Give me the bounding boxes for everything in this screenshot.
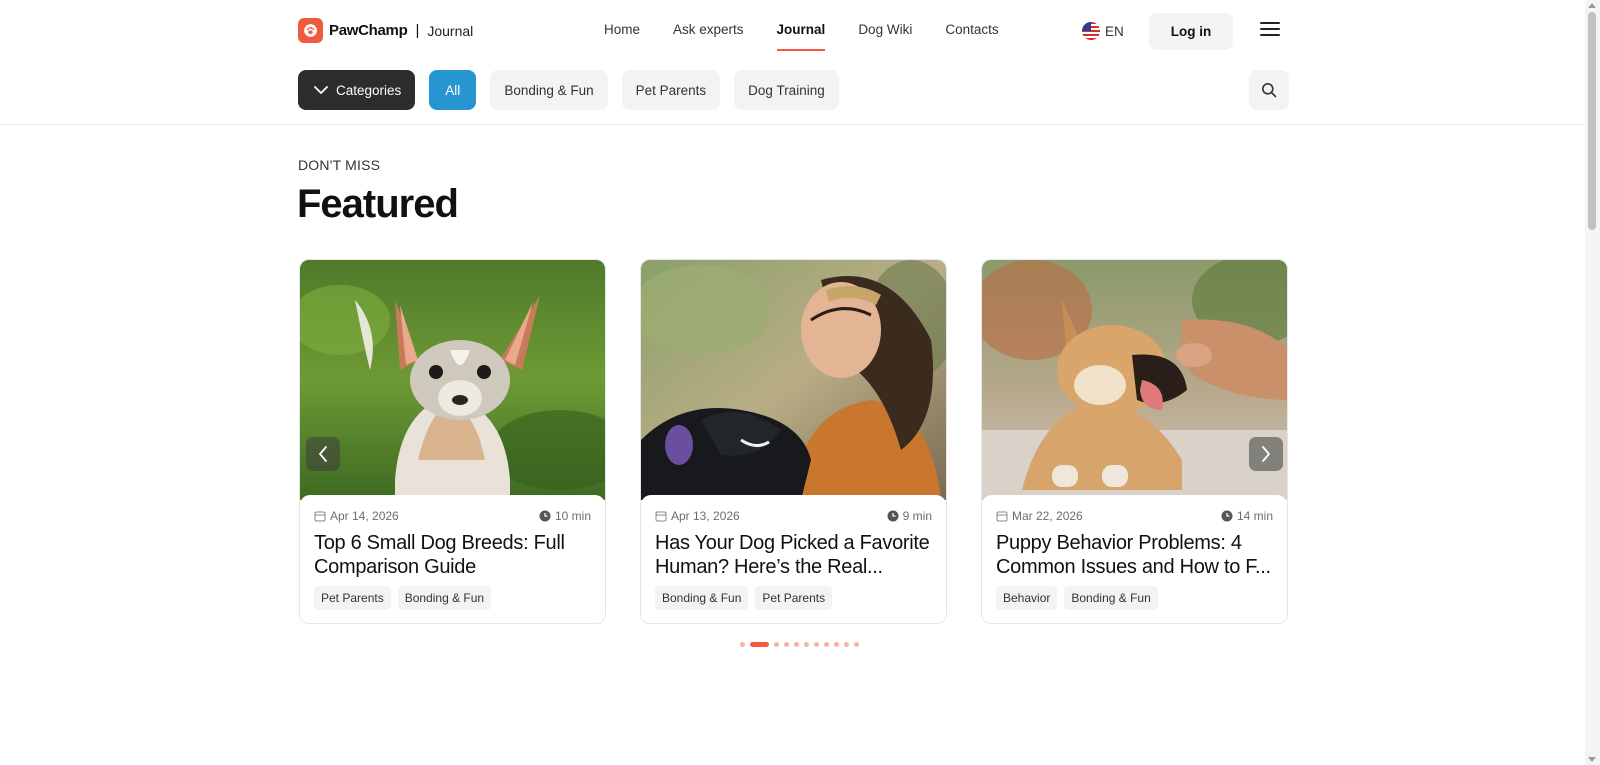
scroll-up-icon[interactable] xyxy=(1588,3,1596,8)
categories-toggle-button[interactable]: Categories xyxy=(298,70,416,110)
featured-carousel: Apr 14, 2026 10 min Top 6 Small Dog Bree… xyxy=(299,259,1288,624)
article-card-body: Mar 22, 2026 14 min Puppy Behavior Probl… xyxy=(982,495,1287,623)
category-chip-dog-training[interactable]: Dog Training xyxy=(734,70,839,110)
article-tags: Behavior Bonding & Fun xyxy=(996,586,1273,610)
carousel-dot[interactable] xyxy=(814,642,819,647)
carousel-dot[interactable] xyxy=(854,642,859,647)
chevron-left-icon xyxy=(319,446,327,462)
calendar-icon xyxy=(314,511,326,522)
article-read-time: 14 min xyxy=(1236,509,1273,523)
language-label: EN xyxy=(1105,23,1124,39)
header-divider xyxy=(0,124,1585,125)
site-header: PawChamp | Journal Home Ask experts Jour… xyxy=(0,0,1585,62)
article-tag[interactable]: Pet Parents xyxy=(755,586,833,610)
article-image-chihuahua xyxy=(300,260,605,500)
category-chip-all[interactable]: All xyxy=(429,70,477,110)
logo-brand: PawChamp xyxy=(329,22,408,39)
article-read-time: 10 min xyxy=(554,509,591,523)
article-meta: Apr 14, 2026 10 min xyxy=(314,509,591,523)
chevron-down-icon xyxy=(314,85,328,94)
article-tags: Bonding & Fun Pet Parents xyxy=(655,586,932,610)
language-selector[interactable]: EN xyxy=(1082,22,1124,40)
article-date: Mar 22, 2026 xyxy=(1012,509,1083,523)
article-title[interactable]: Has Your Dog Picked a Favorite Human? He… xyxy=(655,531,932,579)
section-eyebrow: DON'T MISS xyxy=(298,157,381,173)
nav-journal[interactable]: Journal xyxy=(776,22,825,51)
hamburger-menu-icon[interactable] xyxy=(1260,22,1280,40)
logo[interactable]: PawChamp | Journal xyxy=(298,18,473,43)
clock-icon xyxy=(887,510,899,522)
carousel-pagination xyxy=(740,642,859,647)
article-tag[interactable]: Behavior xyxy=(996,586,1058,610)
section-title: Featured xyxy=(297,182,459,226)
search-button[interactable] xyxy=(1249,70,1289,110)
carousel-dot[interactable] xyxy=(784,642,789,647)
carousel-dot[interactable] xyxy=(750,642,769,647)
search-icon xyxy=(1262,83,1277,98)
article-card[interactable]: Mar 22, 2026 14 min Puppy Behavior Probl… xyxy=(981,259,1288,624)
article-tag[interactable]: Bonding & Fun xyxy=(1064,586,1158,610)
calendar-icon xyxy=(655,511,667,522)
clock-icon xyxy=(1221,510,1233,522)
nav-dog-wiki[interactable]: Dog Wiki xyxy=(858,22,912,51)
nav-ask-experts[interactable]: Ask experts xyxy=(673,22,744,51)
article-card-body: Apr 13, 2026 9 min Has Your Dog Picked a… xyxy=(641,495,946,623)
categories-toggle-label: Categories xyxy=(336,82,402,98)
article-date: Apr 13, 2026 xyxy=(671,509,740,523)
carousel-dot[interactable] xyxy=(774,642,779,647)
nav-contacts[interactable]: Contacts xyxy=(945,22,998,51)
carousel-next-button[interactable] xyxy=(1249,437,1283,471)
article-tags: Pet Parents Bonding & Fun xyxy=(314,586,591,610)
category-chip-pet-parents[interactable]: Pet Parents xyxy=(621,70,721,110)
article-title[interactable]: Top 6 Small Dog Breeds: Full Comparison … xyxy=(314,531,591,579)
article-card[interactable]: Apr 14, 2026 10 min Top 6 Small Dog Bree… xyxy=(299,259,606,624)
carousel-dot[interactable] xyxy=(824,642,829,647)
carousel-prev-button[interactable] xyxy=(306,437,340,471)
login-button[interactable]: Log in xyxy=(1149,13,1233,50)
carousel-dot[interactable] xyxy=(740,642,745,647)
us-flag-icon xyxy=(1082,22,1100,40)
carousel-dot[interactable] xyxy=(804,642,809,647)
article-tag[interactable]: Bonding & Fun xyxy=(655,586,749,610)
article-read-time: 9 min xyxy=(902,509,932,523)
calendar-icon xyxy=(996,511,1008,522)
page-scrollbar[interactable] xyxy=(1585,0,1600,765)
carousel-dot[interactable] xyxy=(844,642,849,647)
logo-subtitle: Journal xyxy=(427,22,474,39)
chevron-right-icon xyxy=(1262,446,1270,462)
article-image-woman-with-dog xyxy=(641,260,946,500)
clock-icon xyxy=(539,510,551,522)
article-card[interactable]: Apr 13, 2026 9 min Has Your Dog Picked a… xyxy=(640,259,947,624)
article-date: Apr 14, 2026 xyxy=(330,509,399,523)
main-nav: Home Ask experts Journal Dog Wiki Contac… xyxy=(604,22,999,51)
logo-separator: | xyxy=(415,22,420,39)
scrollbar-thumb[interactable] xyxy=(1588,12,1596,230)
carousel-dot[interactable] xyxy=(794,642,799,647)
article-title[interactable]: Puppy Behavior Problems: 4 Common Issues… xyxy=(996,531,1273,579)
category-chip-bonding-fun[interactable]: Bonding & Fun xyxy=(490,70,608,110)
article-meta: Mar 22, 2026 14 min xyxy=(996,509,1273,523)
paw-logo-icon xyxy=(298,18,323,43)
article-tag[interactable]: Bonding & Fun xyxy=(397,586,492,610)
article-card-body: Apr 14, 2026 10 min Top 6 Small Dog Bree… xyxy=(300,495,605,623)
article-meta: Apr 13, 2026 9 min xyxy=(655,509,932,523)
article-tag[interactable]: Pet Parents xyxy=(314,586,391,610)
carousel-dot[interactable] xyxy=(834,642,839,647)
article-image-puppy xyxy=(982,260,1287,500)
category-bar: Categories All Bonding & Fun Pet Parents… xyxy=(298,70,839,110)
nav-home[interactable]: Home xyxy=(604,22,640,51)
scroll-down-icon[interactable] xyxy=(1588,757,1596,762)
